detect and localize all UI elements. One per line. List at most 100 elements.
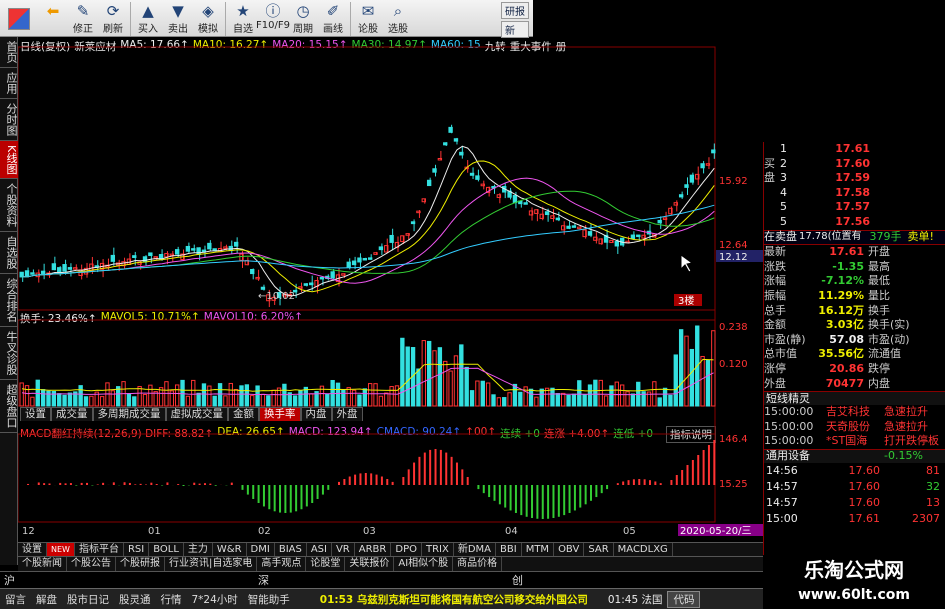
volume-bar	[582, 394, 587, 407]
status-item[interactable]: 留言	[0, 592, 31, 607]
left-tab[interactable]: K线图	[0, 141, 18, 180]
news-ticker[interactable]: 01:53 乌兹别克斯坦可能将国有航空公司移交给外国公司	[315, 592, 593, 607]
status-item[interactable]: 7*24小时	[187, 592, 243, 607]
buy-level-row[interactable]: 盘 3 17.59	[764, 171, 945, 186]
left-tab[interactable]: 分时图	[0, 99, 18, 141]
buy-level-row[interactable]: 买 2 17.60	[764, 157, 945, 172]
toolbar-button[interactable]: ★ 自选	[228, 0, 258, 37]
status-item[interactable]: 行情	[156, 592, 187, 607]
news-tab[interactable]: 个股公告	[67, 557, 116, 571]
toolbar-button[interactable]: ▼ 卖出	[163, 0, 193, 37]
status-item[interactable]: 智能助手	[243, 592, 295, 607]
index-label[interactable]: 创	[508, 572, 762, 588]
quote-value: 17.61	[829, 245, 864, 259]
toolbar-button[interactable]: ✎ 修正	[68, 0, 98, 37]
indicator-tab[interactable]: MTM	[522, 543, 555, 556]
volume-bar	[260, 393, 266, 407]
toolbar-button[interactable]: ✐ 画线	[318, 0, 348, 37]
candle	[319, 276, 325, 280]
volume-bar	[207, 385, 212, 407]
buy-level-row[interactable]: 5 17.57	[764, 200, 945, 215]
pending-action[interactable]: 卖单!	[908, 230, 934, 245]
indicator-tab[interactable]: NEW	[47, 543, 75, 556]
indicator-tab[interactable]: BOLL	[149, 543, 184, 556]
indicator-tab[interactable]: 指标平台	[75, 543, 124, 556]
left-tab[interactable]: 自选股	[0, 232, 18, 275]
status-item[interactable]: 股市日记	[62, 592, 114, 607]
toolbar-right-button[interactable]: 新	[501, 21, 529, 38]
indicator-tab[interactable]: RSI	[124, 543, 150, 556]
toolbar-button[interactable]: ✉ 论股	[353, 0, 383, 37]
news-tab[interactable]: AI相似个股	[394, 557, 454, 571]
sprite-row[interactable]: 15:00:00 吉艾科技 急速拉升	[764, 405, 945, 420]
quote-row: 振幅 11.29% 量比	[764, 289, 945, 304]
news-tab[interactable]: 商品价格	[453, 557, 503, 571]
sprite-row[interactable]: 15:00:00 *ST国海 打开跌停板	[764, 434, 945, 449]
index-label[interactable]: 深	[254, 572, 508, 588]
toolbar-button[interactable]: ⓘ F10/F9	[256, 0, 290, 37]
toolbar-button[interactable]: ⌕ 选股	[383, 0, 413, 37]
indicator-tab[interactable]: TRIX	[422, 543, 454, 556]
left-tab[interactable]: 牛叉诊股	[0, 327, 18, 381]
date-tick: 05	[623, 526, 636, 537]
indicator-tab[interactable]: MACDLXG	[614, 543, 673, 556]
toolbar-right-button[interactable]: 研报	[501, 2, 529, 19]
indicator-tab[interactable]: BIAS	[275, 543, 307, 556]
clock-icon: ◷	[296, 2, 310, 20]
candle	[614, 241, 619, 247]
toolbar-button[interactable]: ◷ 周期	[288, 0, 318, 37]
volume-bar	[512, 383, 518, 407]
candle	[132, 255, 137, 259]
left-tab[interactable]: 首页	[0, 37, 18, 68]
indicator-tab[interactable]: DMI	[247, 543, 275, 556]
back-button[interactable]: ⬅	[38, 0, 68, 37]
volume-bar	[174, 384, 180, 407]
toolbar-button-label: 周期	[293, 24, 313, 35]
stock-chart-svg[interactable]: 15.92 12.6412.12 ←10.02 3楼 0.238 0.120 146.4 15…	[18, 37, 763, 542]
left-tab[interactable]: 应用	[0, 68, 18, 99]
volume-bar	[19, 382, 24, 407]
left-tab[interactable]: 个股资料	[0, 179, 18, 233]
indicator-tab[interactable]: SAR	[584, 543, 614, 556]
news-tab[interactable]: 个股研报	[116, 557, 165, 571]
volume-bar	[571, 393, 577, 407]
toolbar-button[interactable]: ⟳ 刷新	[98, 0, 128, 37]
status-item[interactable]: 解盘	[31, 592, 62, 607]
indicator-tab[interactable]: W&R	[213, 543, 247, 556]
news-tab[interactable]: 论股堂	[306, 557, 346, 571]
indicator-tab[interactable]: 主力	[184, 543, 213, 556]
indicator-tab[interactable]: 设置	[18, 543, 47, 556]
indicator-tab[interactable]: DPO	[391, 543, 422, 556]
indicator-tab[interactable]: 新DMA	[454, 543, 497, 556]
toolbar: ⬅ ✎ 修正 ⟳ 刷新 ▲ 买入 ▼ 卖出 ◈ 模拟 ★ 自选 ⓘ F10/F9 ◷ 周期 ✐ 画线 ✉ 论股 ⌕ 选股 …	[0, 0, 533, 38]
sprite-row[interactable]: 15:00:00 天奇股份 急速拉升	[764, 420, 945, 435]
volume-bar	[539, 388, 544, 407]
candle	[389, 234, 394, 243]
indicator-tab[interactable]: OBV	[554, 543, 585, 556]
candle	[410, 221, 416, 225]
left-tab[interactable]: 综合排名	[0, 274, 18, 328]
status-item[interactable]: 股灵通	[114, 592, 156, 607]
index-label[interactable]: 沪	[0, 572, 254, 588]
indicator-tab[interactable]: VR	[332, 543, 355, 556]
news-tab[interactable]: 个股新闻	[18, 557, 67, 571]
indicator-tab[interactable]: ASI	[307, 543, 332, 556]
volume-label: 0.120	[719, 359, 748, 370]
code-tag[interactable]: 代码	[667, 590, 701, 608]
toolbar-button[interactable]: ▲ 买入	[133, 0, 163, 37]
volume-bar	[78, 385, 83, 407]
news-tab[interactable]: 高手观点	[257, 557, 307, 571]
indicator-tab[interactable]: BBI	[496, 543, 522, 556]
buy-level-row[interactable]: 5 17.56	[764, 215, 945, 230]
sprite-time: 15:00:00	[764, 419, 814, 433]
buy-level-row[interactable]: 1 17.61	[764, 142, 945, 157]
indicator-tab[interactable]: ARBR	[355, 543, 392, 556]
news-tab[interactable]: 行业资讯|自选家电	[165, 557, 258, 571]
buy-level-row[interactable]: 4 17.58	[764, 186, 945, 201]
left-tab[interactable]: 超级盘口	[0, 380, 18, 434]
tick-time: 14:57	[766, 496, 798, 510]
industry-row[interactable]: 通用设备 -0.15%	[764, 448, 945, 464]
date-tick: 12	[22, 526, 35, 537]
news-tab[interactable]: 关联报价	[345, 557, 395, 571]
toolbar-button[interactable]: ◈ 模拟	[193, 0, 223, 37]
